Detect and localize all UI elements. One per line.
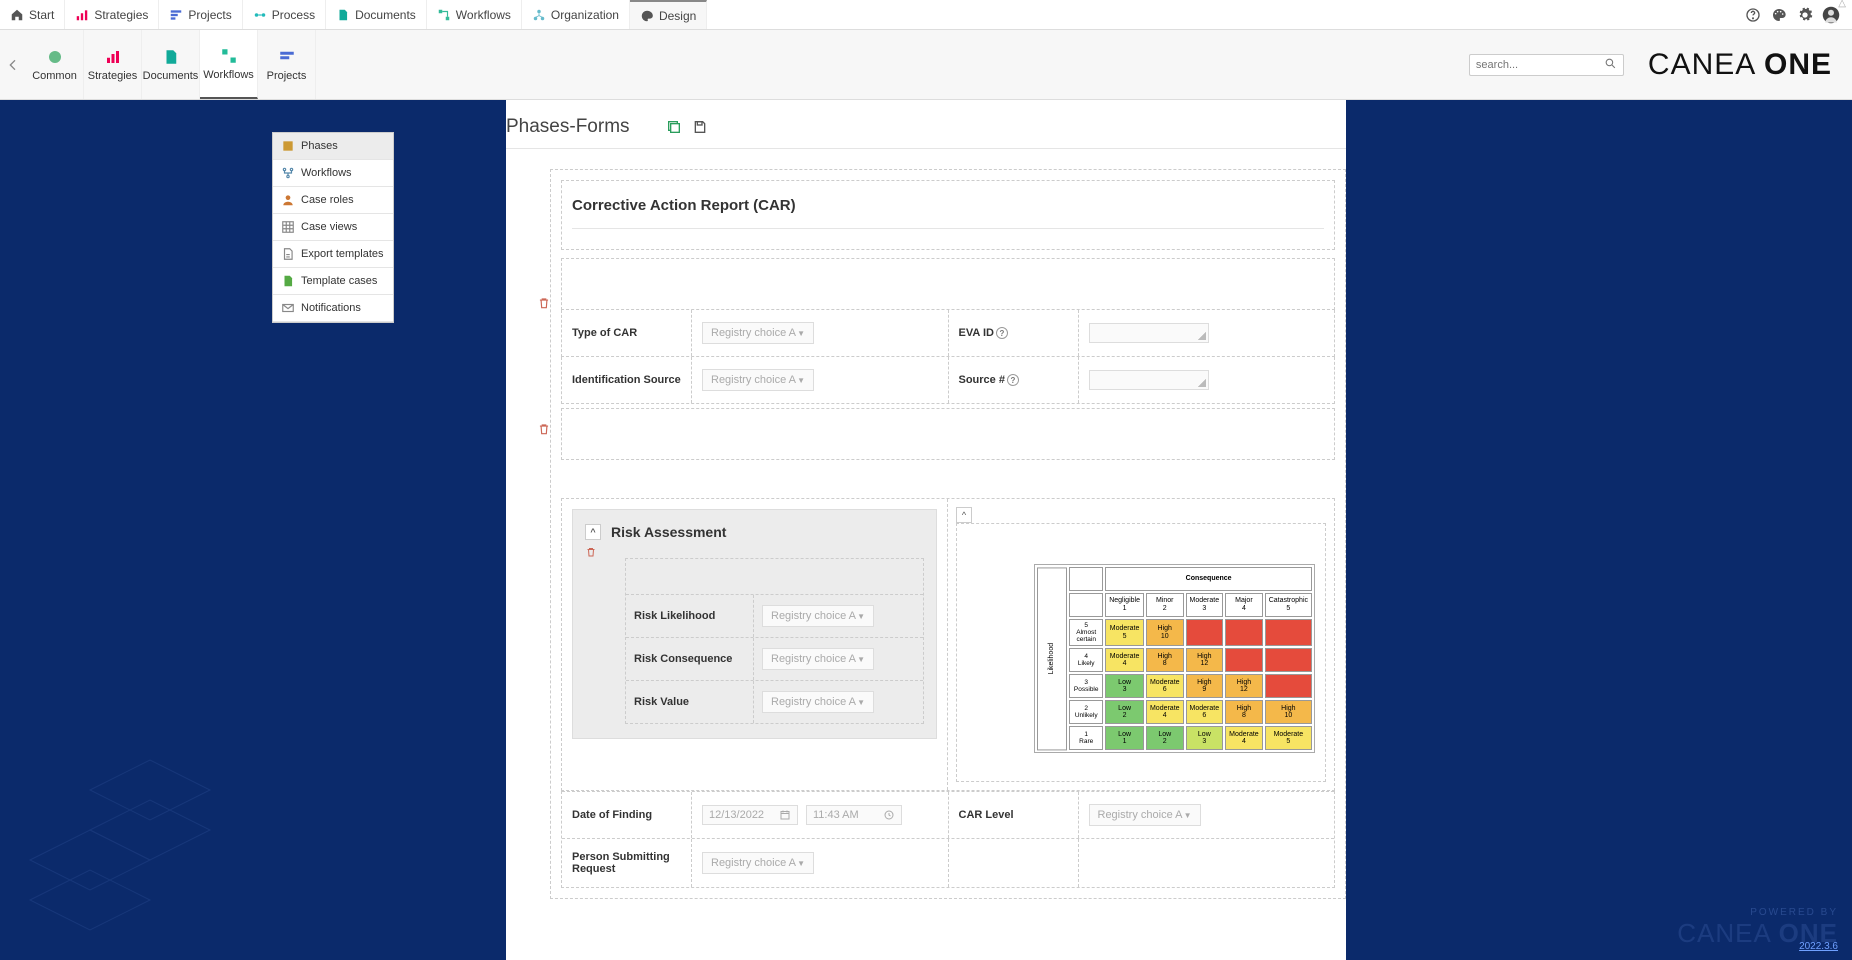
help-icon[interactable]: ? bbox=[1007, 374, 1019, 386]
sidebar-item-case-roles[interactable]: Case roles bbox=[273, 187, 393, 214]
top-nav: △ StartStrategiesProjectsProcessDocument… bbox=[0, 0, 1852, 30]
source-num-label: Source #? bbox=[959, 374, 1019, 387]
identification-source-label: Identification Source bbox=[572, 374, 681, 386]
source-num-input[interactable] bbox=[1089, 370, 1209, 390]
sidebar-icon bbox=[281, 193, 295, 207]
collapse-icon[interactable]: ^ bbox=[585, 524, 601, 540]
sidebar-item-export-templates[interactable]: Export templates bbox=[273, 241, 393, 268]
risk-assessment-title: Risk Assessment bbox=[611, 524, 726, 540]
ribbon-documents[interactable]: Documents bbox=[142, 30, 200, 99]
risk-likelihood-select[interactable]: Registry choice A▼ bbox=[762, 605, 874, 627]
delete-section-icon[interactable] bbox=[537, 296, 551, 310]
tab-workflows[interactable]: Workflows bbox=[427, 0, 522, 29]
brand-logo: CANEA ONE bbox=[1638, 30, 1852, 99]
main-panel: Phases-Forms Corrective Action Report (C… bbox=[506, 100, 1346, 960]
risk-value-label: Risk Value bbox=[634, 696, 689, 708]
sidebar-item-case-views[interactable]: Case views bbox=[273, 214, 393, 241]
search-icon[interactable] bbox=[1604, 57, 1620, 73]
ribbon-common[interactable]: Common bbox=[26, 30, 84, 99]
footer: POWERED BY CANEA ONE 2022.3.6 bbox=[1677, 907, 1838, 952]
sidebar-item-workflows[interactable]: Workflows bbox=[273, 160, 393, 187]
delete-risk-icon[interactable] bbox=[585, 546, 924, 558]
help-icon[interactable] bbox=[1744, 6, 1762, 24]
submitter-label: Person Submitting Request bbox=[572, 851, 681, 875]
save-icon[interactable] bbox=[692, 119, 708, 135]
ribbon-projects[interactable]: Projects bbox=[258, 30, 316, 99]
doc-icon bbox=[336, 8, 350, 22]
tab-design[interactable]: Design bbox=[630, 0, 707, 29]
ribbon-icon bbox=[162, 48, 180, 66]
flow-icon bbox=[437, 8, 451, 22]
ribbon-strategies[interactable]: Strategies bbox=[84, 30, 142, 99]
form-canvas: Corrective Action Report (CAR) Type of C… bbox=[550, 169, 1346, 899]
collapse-icon[interactable]: ^ bbox=[956, 507, 972, 523]
tab-organization[interactable]: Organization bbox=[522, 0, 630, 29]
save-all-icon[interactable] bbox=[666, 119, 682, 135]
config-sidebar: PhasesWorkflowsCase rolesCase viewsExpor… bbox=[272, 132, 394, 323]
proj-icon bbox=[169, 8, 183, 22]
risk-value-select[interactable]: Registry choice A▼ bbox=[762, 691, 874, 713]
sidebar-item-template-cases[interactable]: Template cases bbox=[273, 268, 393, 295]
sidebar-icon bbox=[281, 301, 295, 315]
eva-id-label: EVA ID? bbox=[959, 327, 1008, 340]
palette-icon[interactable] bbox=[1770, 6, 1788, 24]
signal-icon bbox=[75, 8, 89, 22]
identification-source-select[interactable]: Registry choice A▼ bbox=[702, 369, 814, 391]
car-level-select[interactable]: Registry choice A▼ bbox=[1089, 804, 1201, 826]
delete-section-icon[interactable] bbox=[537, 422, 551, 436]
tab-strategies[interactable]: Strategies bbox=[65, 0, 159, 29]
date-of-finding-label: Date of Finding bbox=[572, 809, 652, 821]
ribbon: CommonStrategiesDocumentsWorkflowsProjec… bbox=[0, 30, 1852, 100]
form-header[interactable]: Corrective Action Report (CAR) bbox=[561, 180, 1335, 250]
design-icon bbox=[640, 9, 654, 23]
ribbon-icon bbox=[220, 47, 238, 65]
home-icon bbox=[10, 8, 24, 22]
form-title: Corrective Action Report (CAR) bbox=[572, 197, 1324, 214]
risk-likelihood-label: Risk Likelihood bbox=[634, 610, 715, 622]
risk-consequence-label: Risk Consequence bbox=[634, 653, 732, 665]
workspace: PhasesWorkflowsCase rolesCase viewsExpor… bbox=[0, 100, 1852, 960]
empty-placeholder-row[interactable] bbox=[561, 258, 1335, 310]
empty-placeholder-row[interactable] bbox=[626, 559, 923, 595]
risk-consequence-select[interactable]: Registry choice A▼ bbox=[762, 648, 874, 670]
ribbon-icon bbox=[278, 48, 296, 66]
org-icon bbox=[532, 8, 546, 22]
ribbon-workflows[interactable]: Workflows bbox=[200, 30, 258, 99]
sidebar-icon bbox=[281, 166, 295, 180]
background-pattern-icon bbox=[0, 660, 260, 960]
back-arrow-icon[interactable] bbox=[0, 30, 26, 99]
date-of-finding-time-input[interactable]: 11:43 AM bbox=[806, 805, 902, 825]
sidebar-icon bbox=[281, 247, 295, 261]
tab-documents[interactable]: Documents bbox=[326, 0, 427, 29]
tab-start[interactable]: Start bbox=[0, 0, 65, 29]
sidebar-icon bbox=[281, 220, 295, 234]
date-of-finding-date-input[interactable]: 12/13/2022 bbox=[702, 805, 798, 825]
process-icon bbox=[253, 8, 267, 22]
collapse-handle-icon[interactable]: △ bbox=[1838, 0, 1846, 9]
type-of-car-select[interactable]: Registry choice A▼ bbox=[702, 322, 814, 344]
sidebar-icon bbox=[281, 274, 295, 288]
sidebar-item-phases[interactable]: Phases bbox=[273, 133, 393, 160]
risk-assessment-section[interactable]: ^ Risk Assessment Risk Likelihood Regist… bbox=[572, 509, 937, 739]
sidebar-item-notifications[interactable]: Notifications bbox=[273, 295, 393, 322]
search-input[interactable] bbox=[1469, 54, 1624, 76]
tab-projects[interactable]: Projects bbox=[159, 0, 242, 29]
ribbon-icon bbox=[104, 48, 122, 66]
risk-matrix: LikelihoodConsequenceNegligible1Minor2Mo… bbox=[1034, 564, 1315, 753]
empty-placeholder-row[interactable] bbox=[561, 408, 1335, 460]
gear-icon[interactable] bbox=[1796, 6, 1814, 24]
powered-by-label: POWERED BY bbox=[1677, 907, 1838, 918]
help-icon[interactable]: ? bbox=[996, 327, 1008, 339]
car-level-label: CAR Level bbox=[959, 809, 1014, 821]
risk-matrix-container[interactable]: LikelihoodConsequenceNegligible1Minor2Mo… bbox=[956, 523, 1326, 782]
type-of-car-label: Type of CAR bbox=[572, 327, 637, 339]
page-title: Phases-Forms bbox=[506, 116, 630, 138]
ribbon-icon bbox=[46, 48, 64, 66]
submitter-select[interactable]: Registry choice A▼ bbox=[702, 852, 814, 874]
tab-process[interactable]: Process bbox=[243, 0, 326, 29]
sidebar-icon bbox=[281, 139, 295, 153]
eva-id-input[interactable] bbox=[1089, 323, 1209, 343]
footer-logo: CANEA ONE bbox=[1677, 918, 1838, 949]
avatar[interactable] bbox=[1822, 6, 1840, 24]
